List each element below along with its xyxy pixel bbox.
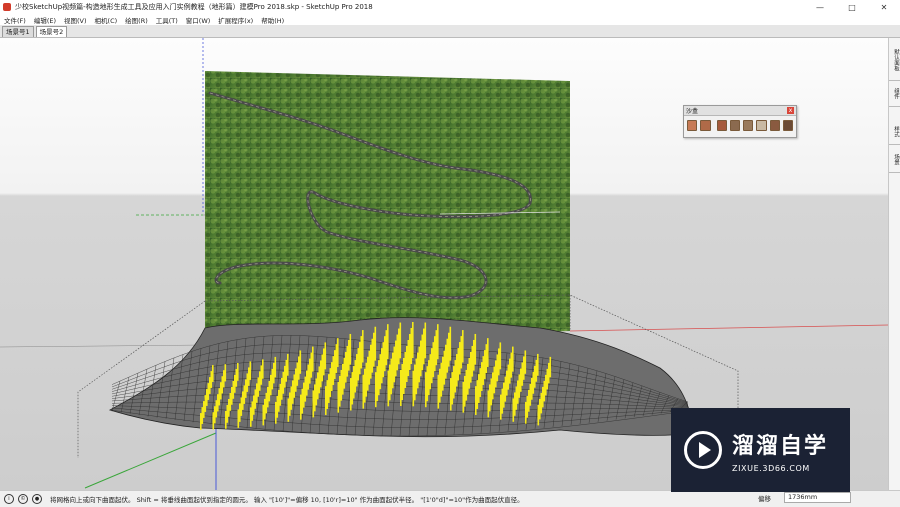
terrain-icon[interactable] [782,120,793,131]
add-detail-icon[interactable] [756,120,767,131]
menu-extensions[interactable]: 扩展程序(x) [214,15,257,25]
menu-draw[interactable]: 绘图(R) [121,15,152,25]
measurements-box[interactable]: 1736mm [784,492,851,503]
menu-bar: 文件(F) 编辑(E) 视图(V) 相机(C) 绘图(R) 工具(T) 窗口(W… [0,14,900,25]
menu-window[interactable]: 窗口(W) [182,15,215,25]
menu-help[interactable]: 帮助(H) [257,15,288,25]
scene-tab-1[interactable]: 场景号1 [2,26,34,37]
menu-tools[interactable]: 工具(T) [152,15,182,25]
geo-location-icon[interactable]: i [4,494,14,504]
bounding-line-left [0,344,206,348]
close-button[interactable]: ✕ [868,3,900,12]
tray-tab-components[interactable]: 组件 [889,80,900,107]
red-axis-front [569,324,888,332]
window-title: 少校SketchUp视频篇-构造地形生成工具及应用入门实例教程（地形篇）建模Pr… [15,3,373,11]
menu-edit[interactable]: 编辑(E) [30,15,60,25]
measurements-label: 偏移 [758,495,771,503]
sandbox-tools [684,116,796,135]
menu-file[interactable]: 文件(F) [0,15,30,25]
sketchup-app-icon [3,3,11,11]
drape-icon[interactable] [743,120,754,131]
status-hint: 将网格向上或向下曲面起伏。 Shift = 将垂线曲面起伏到指定的圆元。 输入 … [50,496,524,504]
sandbox-close-button[interactable]: x [787,107,794,114]
watermark-brand: 溜溜自学 [732,433,829,459]
sandbox-header: 沙盒 x [684,106,796,116]
watermark: 溜溜自学 ZIXUE.3D66.COM [671,408,850,492]
tray-tab-styles[interactable]: 样式 [889,118,900,145]
user-icon[interactable]: ● [32,494,42,504]
green-axis-front [84,432,217,489]
maximize-button[interactable]: □ [836,3,868,12]
from-scratch-icon[interactable] [700,120,711,131]
default-tray: 默认面板 组件 样式 场景 [888,38,900,490]
aerial-photo-plane[interactable] [205,71,570,343]
menu-camera[interactable]: 相机(C) [91,15,122,25]
scene-tab-2[interactable]: 场景号2 [35,26,68,37]
flip-edge-icon[interactable] [769,120,780,131]
tray-tab-scenes[interactable]: 场景 [889,146,900,173]
sandbox-toolbar[interactable]: 沙盒 x [683,105,797,138]
smoove-icon[interactable] [716,120,727,131]
menu-view[interactable]: 视图(V) [60,15,91,25]
credits-icon[interactable]: © [18,494,28,504]
play-logo-icon [684,431,722,469]
tray-tab-default[interactable]: 默认面板 [889,40,900,81]
minimize-button[interactable]: — [804,3,836,12]
title-bar: 少校SketchUp视频篇-构造地形生成工具及应用入门实例教程（地形篇）建模Pr… [0,0,900,14]
stamp-icon[interactable] [729,120,740,131]
from-contours-icon[interactable] [687,120,698,131]
watermark-url: ZIXUE.3D66.COM [732,463,810,473]
sandbox-title: 沙盒 [686,108,699,115]
scene-tab-bar: 场景号1 场景号2 [0,25,900,38]
